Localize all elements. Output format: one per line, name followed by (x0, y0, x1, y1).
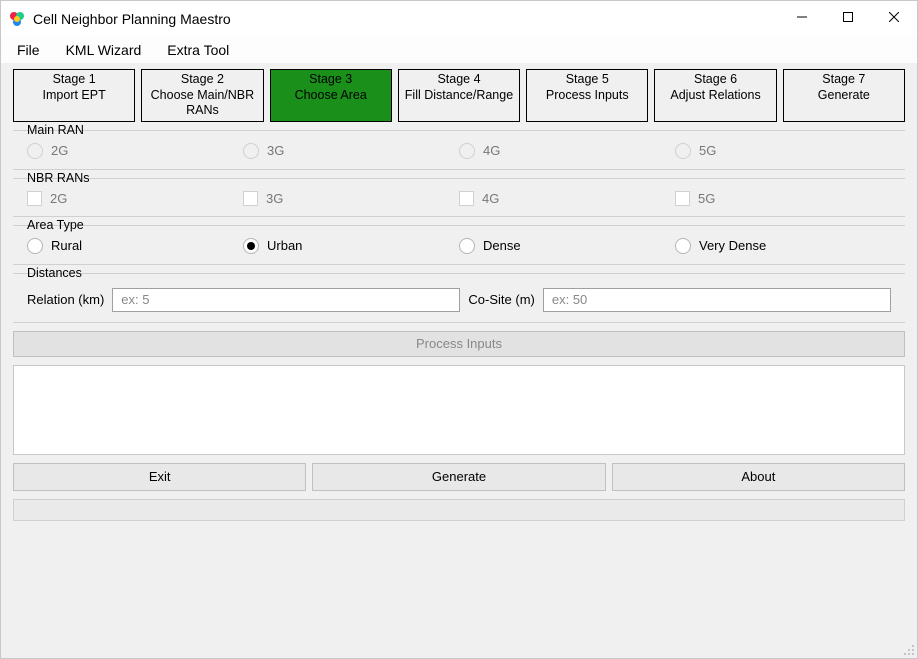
window-controls (779, 1, 917, 37)
nbr-ran-3g-checkbox (243, 191, 258, 206)
nbr-rans-group-label: NBR RANs (23, 171, 94, 185)
app-window: Cell Neighbor Planning Maestro File KML … (0, 0, 918, 659)
menu-extra-tool[interactable]: Extra Tool (163, 40, 233, 60)
close-button[interactable] (871, 1, 917, 33)
cosite-input[interactable] (543, 288, 891, 312)
resize-grip-icon[interactable] (901, 642, 915, 656)
log-output (13, 365, 905, 455)
main-ran-2g-radio (27, 143, 43, 159)
relation-label: Relation (km) (27, 292, 104, 307)
nbr-ran-4g-label: 4G (482, 191, 499, 206)
stage-3-button[interactable]: Stage 3Choose Area (270, 69, 392, 122)
area-type-very-dense-label: Very Dense (699, 238, 766, 253)
main-ran-5g-radio (675, 143, 691, 159)
main-ran-4g-label: 4G (483, 143, 500, 158)
area-type-very-dense-radio[interactable] (675, 238, 691, 254)
distances-group-label: Distances (23, 266, 86, 280)
generate-button[interactable]: Generate (312, 463, 605, 491)
maximize-button[interactable] (825, 1, 871, 33)
bottom-button-row: Exit Generate About (13, 463, 905, 491)
stage-2-button[interactable]: Stage 2Choose Main/NBR RANs (141, 69, 263, 122)
area-type-rural-radio[interactable] (27, 238, 43, 254)
main-ran-3g-radio (243, 143, 259, 159)
titlebar: Cell Neighbor Planning Maestro (1, 1, 917, 37)
stage-4-button[interactable]: Stage 4Fill Distance/Range (398, 69, 520, 122)
area-type-urban-label: Urban (267, 238, 302, 253)
area-type-group-label: Area Type (23, 218, 88, 232)
menu-kml-wizard[interactable]: KML Wizard (62, 40, 146, 60)
status-bar (13, 499, 905, 521)
process-inputs-button: Process Inputs (13, 331, 905, 357)
exit-button[interactable]: Exit (13, 463, 306, 491)
nbr-ran-5g-checkbox (675, 191, 690, 206)
minimize-button[interactable] (779, 1, 825, 33)
cosite-label: Co-Site (m) (468, 292, 534, 307)
area-type-dense-radio[interactable] (459, 238, 475, 254)
menu-file[interactable]: File (13, 40, 44, 60)
app-icon (9, 11, 25, 27)
stage-7-button[interactable]: Stage 7Generate (783, 69, 905, 122)
window-title: Cell Neighbor Planning Maestro (33, 11, 779, 27)
nbr-ran-2g-checkbox (27, 191, 42, 206)
nbr-ran-4g-checkbox (459, 191, 474, 206)
distances-group: Distances Relation (km) Co-Site (m) (13, 273, 905, 323)
relation-input[interactable] (112, 288, 460, 312)
stage-bar: Stage 1Import EPT Stage 2Choose Main/NBR… (13, 69, 905, 122)
main-ran-group: Main RAN 2G 3G 4G 5G (13, 130, 905, 170)
stage-5-button[interactable]: Stage 5Process Inputs (526, 69, 648, 122)
main-ran-5g-label: 5G (699, 143, 716, 158)
stage-6-button[interactable]: Stage 6Adjust Relations (654, 69, 776, 122)
area-type-urban-radio[interactable] (243, 238, 259, 254)
content-area: Stage 1Import EPT Stage 2Choose Main/NBR… (1, 63, 917, 658)
about-button[interactable]: About (612, 463, 905, 491)
nbr-ran-3g-label: 3G (266, 191, 283, 206)
main-ran-3g-label: 3G (267, 143, 284, 158)
nbr-ran-5g-label: 5G (698, 191, 715, 206)
nbr-rans-group: NBR RANs 2G 3G 4G 5G (13, 178, 905, 217)
menubar: File KML Wizard Extra Tool (1, 37, 917, 63)
stage-1-button[interactable]: Stage 1Import EPT (13, 69, 135, 122)
area-type-group: Area Type Rural Urban Dense Very Dense (13, 225, 905, 265)
area-type-dense-label: Dense (483, 238, 521, 253)
area-type-rural-label: Rural (51, 238, 82, 253)
main-ran-2g-label: 2G (51, 143, 68, 158)
main-ran-group-label: Main RAN (23, 123, 88, 137)
main-ran-4g-radio (459, 143, 475, 159)
nbr-ran-2g-label: 2G (50, 191, 67, 206)
